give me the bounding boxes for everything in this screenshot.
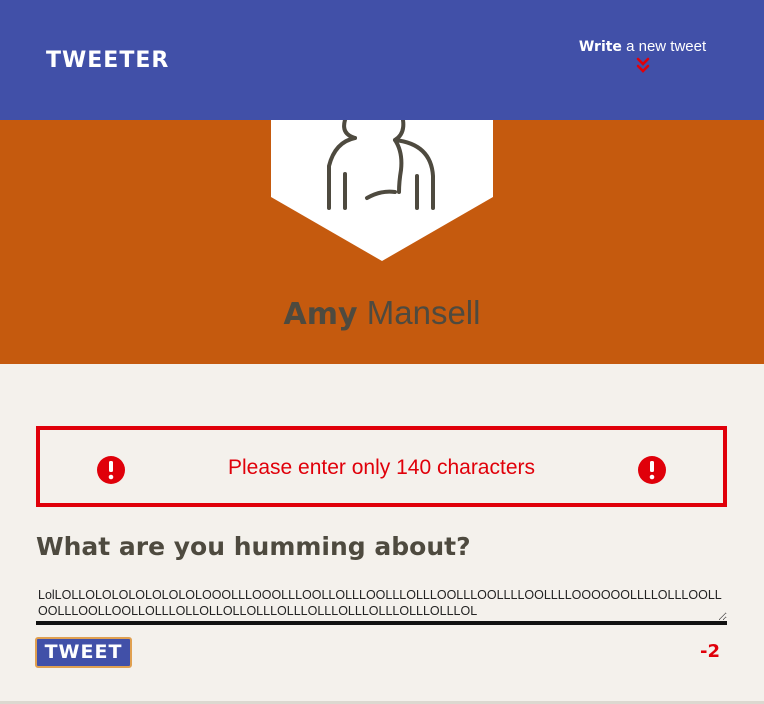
double-chevron-down-icon[interactable] [636,57,650,73]
exclamation-circle-icon [638,456,666,484]
character-counter: -2 [700,641,720,662]
compose-heading: What are you humming about? [36,532,471,561]
write-new-tweet-label: Write a new tweet [579,38,706,55]
write-new-tweet-toggle[interactable]: Write a new tweet [560,36,725,86]
error-message: Please enter only 140 characters [227,456,535,479]
top-nav: TWEETER Write a new tweet [0,0,764,120]
profile-first-name: Amy [283,297,358,332]
write-label-strong: Write [578,39,622,55]
tweet-submit-button[interactable]: TWEET [35,637,132,668]
tweet-input[interactable]: LolLOLLOLOLOLOLOLOLOLOOOLLLOOOLLLOOLLOLL… [36,585,727,625]
profile-last-name: Mansell [366,294,481,331]
user-avatar-icon [271,120,493,261]
profile-name: Amy Mansell [0,294,764,332]
site-logo[interactable]: TWEETER [46,48,169,73]
write-label-rest: a new tweet [621,38,707,55]
error-alert: Please enter only 140 characters [36,426,727,507]
